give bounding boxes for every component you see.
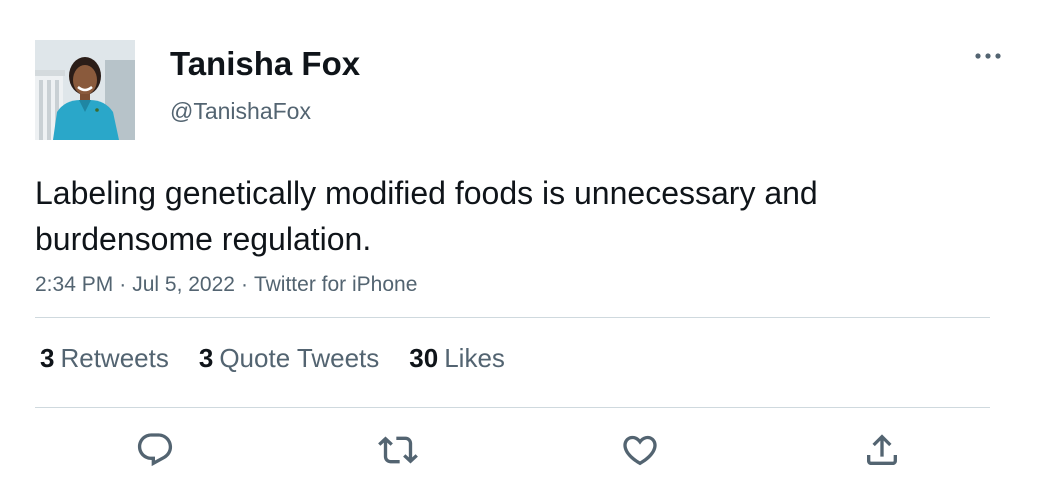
user-handle[interactable]: @TanishaFox (170, 96, 311, 126)
tweet-metadata: 2:34 PM · Jul 5, 2022 · Twitter for iPhone (35, 270, 417, 300)
likes-stat[interactable]: 30 Likes (409, 340, 505, 376)
share-icon (867, 434, 897, 465)
reply-button[interactable] (133, 428, 177, 472)
reply-icon (137, 433, 173, 467)
tweet-text: Labeling genetically modified foods is u… (35, 175, 818, 257)
retweet-icon (378, 436, 418, 464)
quote-tweets-stat[interactable]: 3 Quote Tweets (199, 340, 379, 376)
meta-separator: · (240, 273, 248, 296)
likes-label: Likes (444, 343, 505, 373)
avatar[interactable] (35, 40, 135, 140)
divider (35, 317, 990, 318)
retweets-stat[interactable]: 3 Retweets (40, 340, 169, 376)
tweet-date[interactable]: Jul 5, 2022 (132, 273, 235, 296)
heart-icon (623, 435, 657, 466)
retweets-count: 3 (40, 343, 55, 373)
divider (35, 407, 990, 408)
engagement-stats: 3 Retweets 3 Quote Tweets 30 Likes (40, 340, 505, 376)
quote-tweets-count: 3 (198, 343, 214, 373)
action-bar (0, 428, 1050, 472)
tweet-source[interactable]: Twitter for iPhone (254, 273, 417, 296)
retweet-button[interactable] (376, 428, 420, 472)
display-name[interactable]: Tanisha Fox (170, 44, 360, 84)
retweets-label: Retweets (60, 343, 169, 373)
meta-separator: · (119, 273, 127, 296)
more-horizontal-icon (975, 53, 1001, 59)
quote-tweets-label: Quote Tweets (219, 343, 380, 373)
like-button[interactable] (618, 428, 662, 472)
tweet-time[interactable]: 2:34 PM (35, 273, 113, 296)
likes-count: 30 (409, 343, 439, 373)
share-button[interactable] (860, 428, 904, 472)
more-options-button[interactable] (970, 42, 1006, 70)
tweet-card: Tanisha Fox @TanishaFox Labeling genetic… (0, 0, 1050, 480)
